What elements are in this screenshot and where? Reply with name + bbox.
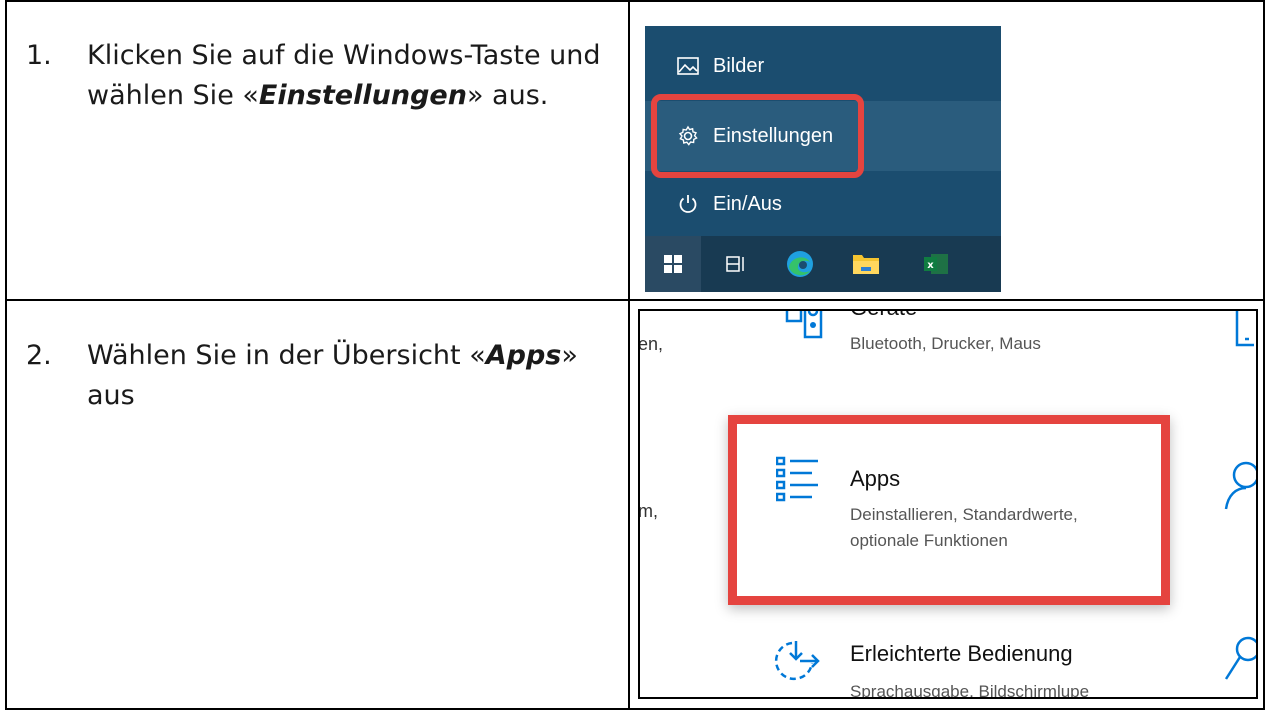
file-explorer-icon[interactable] [841,236,891,292]
highlight-frame [651,94,864,178]
step-text: Klicken Sie auf die Windows-Taste und wä… [87,36,607,116]
svg-text:x: x [927,260,934,271]
settings-item-title: Geräte [850,311,917,321]
start-menu-screenshot: Bilder Einstellungen Ein/Aus x [645,26,1001,292]
devices-icon [785,311,825,346]
pictures-icon [667,57,709,75]
clipped-text-fragment: m, [638,501,658,521]
settings-item-desc: Sprachausgabe, Bildschirmlupe [850,682,1090,699]
step-text: Wählen Sie in der Übersicht «Apps» aus [87,336,607,416]
windows-start-icon[interactable] [645,236,701,292]
settings-item-desc: Bluetooth, Drucker, Maus [850,334,1041,353]
step-text-part: Wählen Sie in der Übersicht « [87,340,486,371]
start-menu-item-label: Bilder [713,54,765,77]
clipped-text-fragment: en, [638,334,664,354]
edge-icon[interactable] [775,236,825,292]
taskbar: x [645,236,1001,292]
step-1-image-cell: Bilder Einstellungen Ein/Aus x [628,0,1265,301]
settings-screenshot: Geräte Bluetooth, Drucker, Maus en, m, A… [638,309,1258,699]
highlight-frame [728,415,1170,605]
power-icon [667,193,709,215]
step-emphasis: Einstellungen [258,80,467,111]
excel-icon[interactable]: x [911,236,961,292]
phone-icon [1234,311,1254,356]
step-emphasis: Apps [485,340,562,371]
step-text-part: » aus. [466,80,549,111]
step-number: 1. [26,40,52,71]
start-menu-item-label: Ein/Aus [713,192,782,215]
ease-of-access-icon [772,637,822,694]
settings-item-title: Erleichterte Bedienung [850,641,1073,666]
task-view-icon[interactable] [711,236,761,292]
step-2-cell: 2. Wählen Sie in der Übersicht «Apps» au… [5,299,630,710]
start-menu-item-ein-aus[interactable]: Ein/Aus [645,169,1001,239]
step-1-cell: 1. Klicken Sie auf die Windows-Taste und… [5,0,630,301]
step-2-image-cell: Geräte Bluetooth, Drucker, Maus en, m, A… [628,299,1265,710]
search-icon [1224,635,1256,690]
person-icon [1224,461,1256,516]
instruction-table: 1. Klicken Sie auf die Windows-Taste und… [5,0,1265,710]
step-number: 2. [26,340,52,371]
start-menu-item-bilder[interactable]: Bilder [645,31,1001,101]
